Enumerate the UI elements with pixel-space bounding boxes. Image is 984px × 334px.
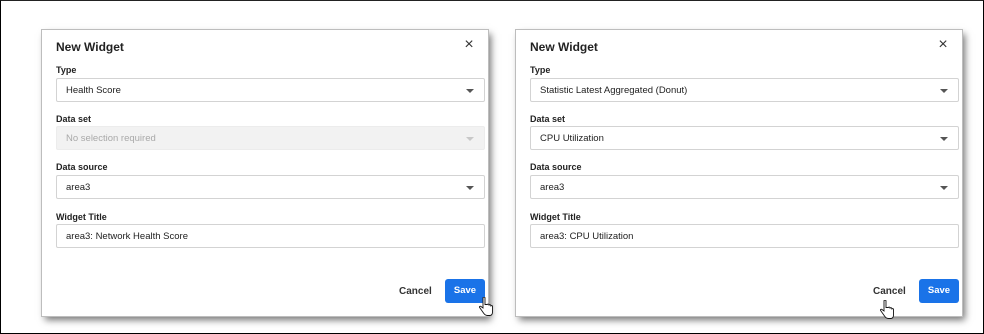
datasource-select-value: area3: [66, 182, 91, 193]
type-label: Type: [530, 65, 551, 75]
dialog-title: New Widget: [56, 40, 124, 54]
close-icon[interactable]: ×: [460, 36, 478, 54]
chevron-down-icon: [940, 186, 948, 190]
chevron-down-icon: [940, 137, 948, 141]
widget-title-input[interactable]: area3: Network Health Score: [56, 224, 485, 248]
close-icon[interactable]: ×: [934, 36, 952, 54]
save-button[interactable]: Save: [919, 279, 959, 303]
cancel-button[interactable]: Cancel: [873, 286, 906, 297]
dataset-select[interactable]: CPU Utilization: [530, 126, 959, 150]
datasource-select[interactable]: area3: [530, 175, 959, 199]
type-label: Type: [56, 65, 77, 75]
chevron-down-icon: [466, 186, 474, 190]
widget-title-label: Widget Title: [530, 212, 581, 222]
dataset-select: No selection required: [56, 126, 485, 150]
widget-title-label: Widget Title: [56, 212, 107, 222]
dataset-label: Data set: [56, 114, 92, 124]
dataset-select-value: CPU Utilization: [540, 133, 604, 144]
dataset-select-value: No selection required: [66, 133, 156, 144]
new-widget-dialog: New Widget × Type Health Score Data set …: [42, 30, 493, 316]
type-select[interactable]: Health Score: [56, 78, 485, 102]
dialog-title: New Widget: [530, 40, 598, 54]
new-widget-dialog: New Widget × Type Statistic Latest Aggre…: [516, 30, 962, 319]
dataset-label: Data set: [530, 114, 566, 124]
datasource-label: Data source: [56, 162, 108, 172]
type-select[interactable]: Statistic Latest Aggregated (Donut): [530, 78, 959, 102]
type-select-value: Health Score: [66, 85, 121, 96]
widget-title-value: area3: CPU Utilization: [540, 231, 634, 242]
chevron-down-icon: [466, 89, 474, 93]
datasource-select-value: area3: [540, 182, 565, 193]
widget-title-input[interactable]: area3: CPU Utilization: [530, 224, 959, 248]
type-select-value: Statistic Latest Aggregated (Donut): [540, 85, 688, 96]
datasource-label: Data source: [530, 162, 582, 172]
widget-title-value: area3: Network Health Score: [66, 231, 188, 242]
chevron-down-icon: [466, 137, 474, 141]
cancel-button[interactable]: Cancel: [399, 286, 432, 297]
hand-pointer-icon: [880, 300, 894, 319]
hand-pointer-icon: [479, 297, 493, 316]
chevron-down-icon: [940, 89, 948, 93]
datasource-select[interactable]: area3: [56, 175, 485, 199]
